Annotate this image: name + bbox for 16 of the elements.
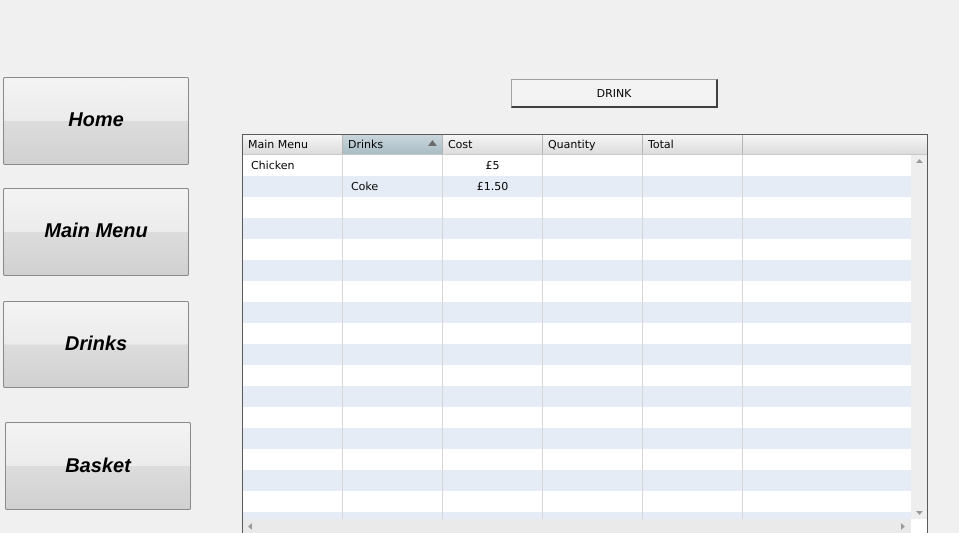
scroll-left-icon[interactable]	[248, 522, 252, 530]
column-header[interactable]: Drinks	[343, 135, 443, 154]
sort-arrow-icon	[428, 140, 437, 146]
horizontal-scrollbar[interactable]	[243, 519, 911, 533]
scroll-right-icon[interactable]	[901, 522, 905, 530]
vertical-scrollbar[interactable]	[911, 155, 927, 519]
nav-button[interactable]: Home	[3, 77, 189, 165]
drink-button[interactable]: DRINK	[511, 79, 718, 108]
column-header[interactable]: Cost	[443, 135, 543, 154]
column-header[interactable]: Total	[643, 135, 743, 154]
column-header[interactable]: Quantity	[543, 135, 643, 154]
scroll-down-icon[interactable]	[916, 511, 922, 515]
nav-button[interactable]: Basket	[5, 422, 191, 510]
nav-button[interactable]: Drinks	[3, 300, 189, 388]
scroll-up-icon[interactable]	[916, 159, 922, 163]
nav-button[interactable]: Main Menu	[3, 188, 189, 276]
